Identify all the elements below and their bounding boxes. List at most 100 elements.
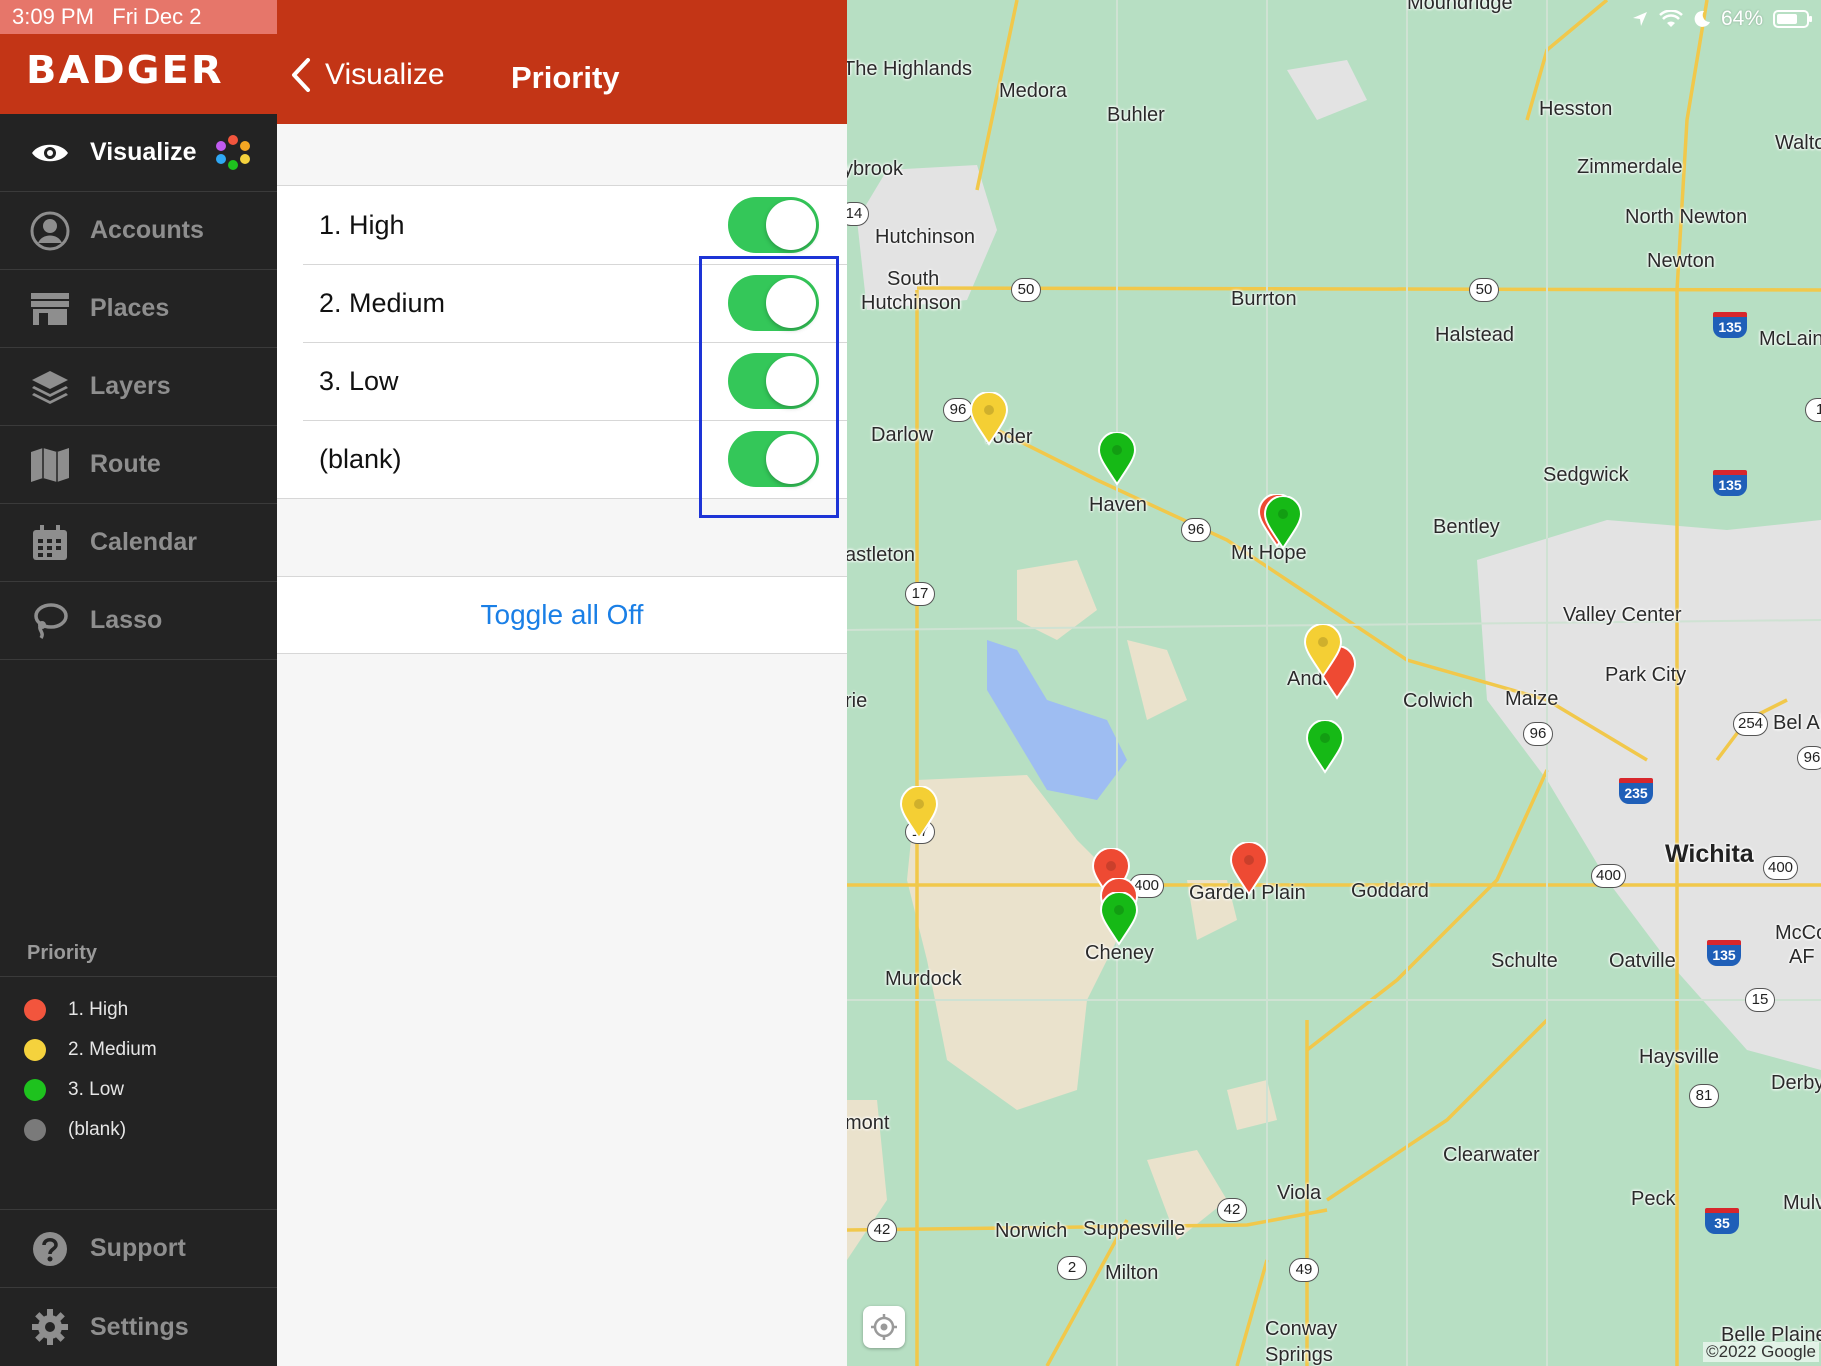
- map-pin-low[interactable]: [1099, 892, 1139, 946]
- map-label: Burrton: [1231, 288, 1297, 310]
- map-label: Murdock: [885, 968, 962, 990]
- legend-divider: [0, 976, 277, 977]
- route-shield: 50: [1011, 278, 1041, 302]
- map-pin-medium[interactable]: [899, 786, 939, 840]
- crosshair-icon: [871, 1314, 897, 1340]
- battery-percent: 64%: [1720, 7, 1763, 30]
- back-button[interactable]: Visualize: [291, 58, 445, 92]
- interstate-shield: 135: [1707, 940, 1741, 966]
- legend-swatch: [24, 1119, 46, 1141]
- map-label: Schulte: [1491, 950, 1558, 972]
- calendar-icon: [30, 523, 70, 563]
- map-label: mont: [847, 1112, 890, 1134]
- map-label: Halstead: [1435, 324, 1514, 346]
- priority-row-high: 1. High: [277, 186, 847, 264]
- sidebar-item-label: Support: [90, 1234, 186, 1262]
- storefront-icon: [30, 289, 70, 329]
- brand-bar: BADGER: [0, 34, 277, 114]
- legend-swatch: [24, 1079, 46, 1101]
- sidebar-item-label: Calendar: [90, 528, 197, 556]
- legend-item: 3. Low: [24, 1070, 157, 1110]
- priority-row-blank: (blank): [277, 420, 847, 498]
- legend-swatch: [24, 999, 46, 1021]
- toggle-knob: [766, 278, 816, 328]
- route-shield: 42: [867, 1218, 897, 1242]
- map-label: Colwich: [1403, 690, 1474, 712]
- route-shield: 50: [1469, 278, 1499, 302]
- map-label: Bel Air: [1773, 712, 1821, 734]
- interstate-shield: 135: [1713, 470, 1747, 496]
- location-arrow-icon: [1632, 12, 1647, 26]
- priority-legend: 1. High 2. Medium 3. Low (blank): [24, 990, 157, 1150]
- route-shield: 15: [1745, 988, 1775, 1012]
- interstate-shield: 235: [1619, 778, 1653, 804]
- sidebar-item-label: Accounts: [90, 216, 204, 244]
- map-pin-high[interactable]: [1229, 842, 1269, 896]
- legend-label: (blank): [68, 1119, 127, 1140]
- map-pin-medium[interactable]: [969, 392, 1009, 446]
- priority-list: 1. High 2. Medium 3. Low (blank): [277, 185, 847, 499]
- map-label: McLain: [1759, 328, 1821, 350]
- wifi-icon: [1659, 10, 1683, 27]
- toggle-knob: [766, 200, 816, 250]
- map-label: Suppesville: [1083, 1218, 1186, 1240]
- map-label: Newton: [1647, 250, 1715, 272]
- legend-label: 3. Low: [68, 1079, 124, 1100]
- map-pin-low[interactable]: [1305, 720, 1345, 774]
- toggle-medium[interactable]: [728, 275, 819, 331]
- map-pin-low[interactable]: [1097, 432, 1137, 486]
- sidebar-item-settings[interactable]: Settings: [0, 1288, 277, 1366]
- locate-me-button[interactable]: [863, 1306, 905, 1348]
- sidebar-item-visualize[interactable]: Visualize: [0, 114, 277, 192]
- route-shield: 400: [1763, 856, 1799, 880]
- map-label: Hutchinson: [875, 226, 976, 248]
- legend-title: Priority: [27, 942, 98, 964]
- legend-label: 2. Medium: [68, 1039, 157, 1060]
- map-label: Mulv: [1783, 1192, 1821, 1214]
- color-dots-icon: [215, 134, 251, 171]
- sidebar-item-support[interactable]: Support: [0, 1210, 277, 1288]
- legend-item: 2. Medium: [24, 1030, 157, 1070]
- toggle-knob: [766, 356, 816, 406]
- route-shield: 96: [1181, 518, 1211, 542]
- question-circle-icon: [30, 1229, 70, 1269]
- sidebar-item-calendar[interactable]: Calendar: [0, 504, 277, 582]
- priority-row-low: 3. Low: [277, 342, 847, 420]
- route-shield: 17: [905, 582, 935, 606]
- toggle-high[interactable]: [728, 197, 819, 253]
- legend-label: 1. High: [68, 999, 129, 1020]
- sidebar-item-layers[interactable]: Layers: [0, 348, 277, 426]
- sidebar-item-places[interactable]: Places: [0, 270, 277, 348]
- map-label: Viola: [1277, 1182, 1322, 1204]
- sidebar-item-label: Places: [90, 294, 170, 322]
- sidebar-item-accounts[interactable]: Accounts: [0, 192, 277, 270]
- priority-label: (blank): [319, 443, 402, 474]
- map-label: Park City: [1605, 664, 1687, 686]
- map-label: Walto: [1775, 132, 1821, 154]
- sidebar-item-lasso[interactable]: Lasso: [0, 582, 277, 660]
- map-pin-medium[interactable]: [1303, 624, 1343, 678]
- toggle-all-off-button[interactable]: Toggle all Off: [277, 576, 847, 654]
- sidebar-item-route[interactable]: Route: [0, 426, 277, 504]
- route-shield: 81: [1689, 1084, 1719, 1108]
- route-shield: 96: [1523, 722, 1553, 746]
- route-shield: 254: [1733, 712, 1769, 736]
- toggle-knob: [766, 434, 816, 484]
- map-label: Buhler: [1107, 104, 1165, 126]
- sidebar-item-label: Visualize: [90, 138, 197, 166]
- toggle-blank[interactable]: [728, 431, 819, 487]
- priority-label: 1. High: [319, 209, 405, 240]
- page-title: Priority: [511, 60, 620, 95]
- map-label: ybrook: [847, 158, 904, 180]
- map-label: rie: [847, 690, 868, 712]
- person-circle-icon: [30, 211, 70, 251]
- map-view[interactable]: Moundridge The Highlands Medora Buhler H…: [847, 0, 1821, 1366]
- map-pin-low[interactable]: [1263, 496, 1303, 550]
- route-shield: 96: [1797, 746, 1821, 770]
- sidebar-bottom-nav: Support Settings: [0, 1209, 277, 1366]
- priority-filter-panel: Visualize Priority 1. High 2. Medium 3. …: [277, 0, 847, 1366]
- map-label: North Newton: [1625, 206, 1748, 228]
- toggle-low[interactable]: [728, 353, 819, 409]
- sidebar-nav: Visualize Accounts Places Layers Route C…: [0, 114, 277, 660]
- map-icon: [30, 445, 70, 485]
